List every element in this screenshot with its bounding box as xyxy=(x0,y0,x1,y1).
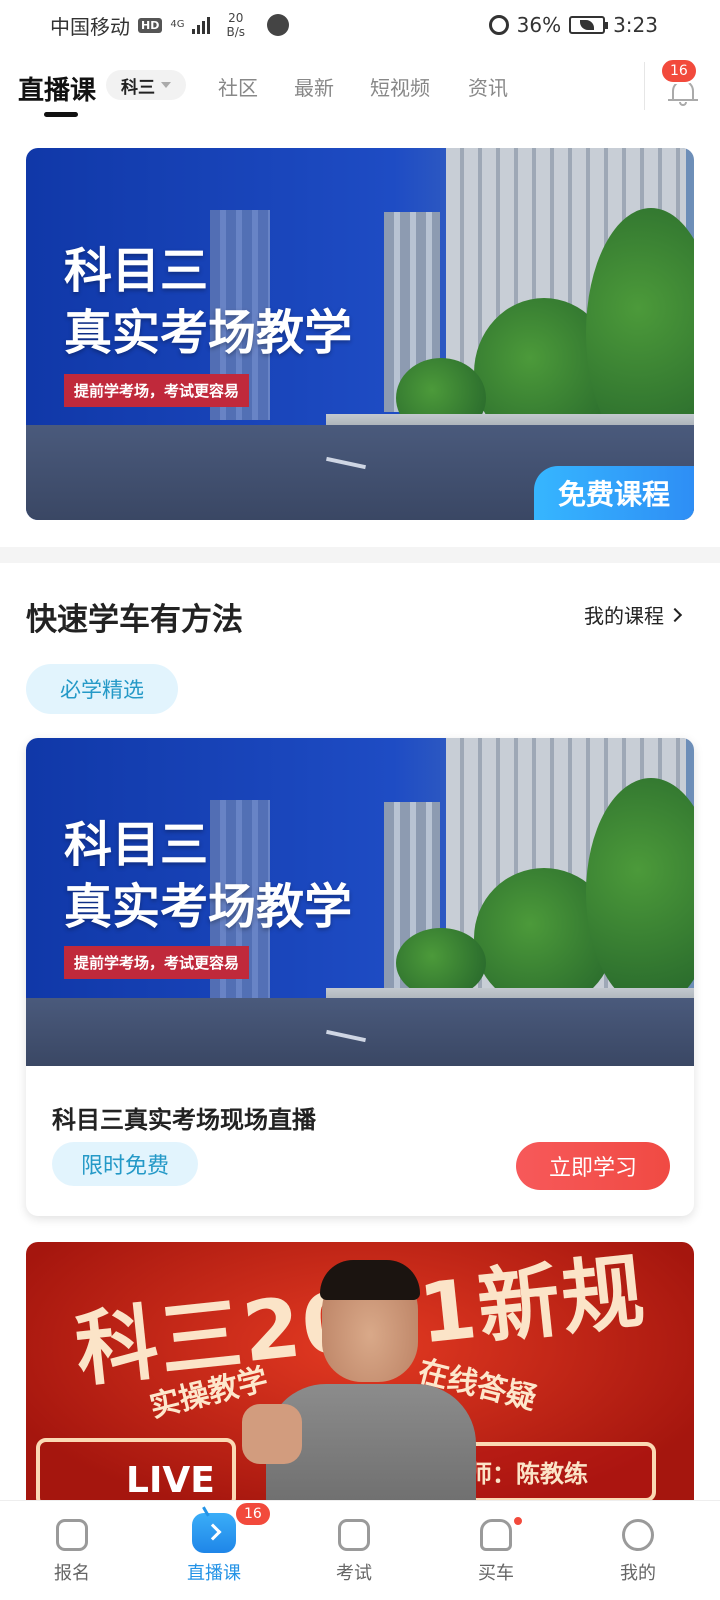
limited-free-tag: 限时免费 xyxy=(52,1142,198,1186)
tab-live-course[interactable]: 直播课 xyxy=(18,70,96,107)
register-icon xyxy=(56,1519,88,1551)
active-tab-indicator xyxy=(44,112,78,117)
tab-news[interactable]: 资讯 xyxy=(468,72,508,101)
hd-badge: HD xyxy=(138,17,163,33)
alarm-icon xyxy=(488,15,509,35)
banner-title-line2: 真实考场教学 xyxy=(64,305,353,361)
buy-car-dot xyxy=(512,1515,524,1527)
course-card-banner: 科目三 真实考场教学 提前学考场，考试更容易 xyxy=(26,738,694,1066)
vpn-globe-icon xyxy=(267,14,289,36)
tab-register-label: 报名 xyxy=(54,1563,90,1584)
tab-register[interactable]: 报名 xyxy=(22,1501,122,1600)
tab-buy-car-label: 买车 xyxy=(478,1563,514,1584)
instructor-hair xyxy=(320,1260,420,1300)
car-icon xyxy=(480,1519,512,1551)
status-bar: 中国移动 HD 4G 20 B/s 36% 3:23 xyxy=(0,0,720,50)
subject-selector[interactable]: 科三 xyxy=(106,70,186,100)
network-speed-unit: B/s xyxy=(226,25,245,39)
tab-latest[interactable]: 最新 xyxy=(294,72,334,101)
free-course-tag: 免费课程 xyxy=(534,466,694,520)
tab-profile-label: 我的 xyxy=(620,1563,656,1584)
filter-must-learn[interactable]: 必学精选 xyxy=(26,664,178,714)
instructor-fist xyxy=(242,1404,302,1464)
banner-subtitle: 提前学考场，考试更容易 xyxy=(64,374,250,407)
subject-selector-label: 科三 xyxy=(121,77,155,98)
status-left: 中国移动 HD 4G 20 B/s xyxy=(50,11,289,40)
bell-icon-base xyxy=(668,99,698,101)
instructor-photo xyxy=(242,1260,492,1502)
promo-banner[interactable]: 科三2021新规 实操教学 在线答疑 LIVE 讲师：陈教练 xyxy=(26,1242,694,1502)
clock-time: 3:23 xyxy=(613,13,658,37)
profile-icon xyxy=(622,1519,654,1551)
my-courses-label: 我的课程 xyxy=(584,604,664,628)
tab-buy-car[interactable]: 买车 xyxy=(446,1501,546,1600)
network-speed: 20 B/s xyxy=(226,11,245,39)
battery-percent: 36% xyxy=(516,13,562,37)
section-title: 快速学车有方法 xyxy=(26,602,243,638)
card-banner-title-line2: 真实考场教学 xyxy=(64,879,353,935)
status-right: 36% 3:23 xyxy=(488,0,658,50)
bottom-tab-bar: 报名 直播课 16 考试 买车 我的 xyxy=(0,1500,720,1600)
tab-exam[interactable]: 考试 xyxy=(304,1501,404,1600)
network-speed-value: 20 xyxy=(228,11,244,25)
tab-short-video[interactable]: 短视频 xyxy=(370,72,430,101)
caret-down-icon xyxy=(161,82,171,88)
exam-icon xyxy=(338,1519,370,1551)
hero-banner[interactable]: 科目三 真实考场教学 提前学考场，考试更容易 免费课程 xyxy=(26,148,694,520)
live-label: LIVE xyxy=(126,1460,215,1501)
nav-divider xyxy=(644,62,645,110)
live-tv-icon xyxy=(192,1513,236,1553)
card-banner-title-line1: 科目三 xyxy=(64,817,209,873)
tab-live-label: 直播课 xyxy=(187,1563,241,1584)
course-card[interactable]: 科目三 真实考场教学 提前学考场，考试更容易 科目三真实考场现场直播 限时免费 … xyxy=(26,738,694,1216)
road xyxy=(26,998,694,1066)
study-now-button[interactable]: 立即学习 xyxy=(516,1142,670,1190)
course-title: 科目三真实考场现场直播 xyxy=(52,1106,316,1134)
my-courses-link[interactable]: 我的课程 xyxy=(584,600,683,629)
bell-icon-clapper xyxy=(679,102,687,106)
banner-title-line1: 科目三 xyxy=(64,243,209,299)
top-nav: 直播课 科三 社区 最新 短视频 资讯 16 xyxy=(0,58,720,120)
battery-icon xyxy=(569,16,609,34)
network-type: 4G xyxy=(170,19,185,30)
signal-icon xyxy=(192,16,211,34)
tab-community[interactable]: 社区 xyxy=(218,72,258,101)
card-banner-subtitle: 提前学考场，考试更容易 xyxy=(64,946,250,979)
chevron-right-icon xyxy=(667,607,683,622)
section-divider xyxy=(0,547,720,563)
notification-badge: 16 xyxy=(660,58,698,84)
eco-leaf-icon xyxy=(580,20,595,30)
tab-live-badge: 16 xyxy=(234,1501,272,1527)
tab-exam-label: 考试 xyxy=(336,1563,372,1584)
carrier-name: 中国移动 xyxy=(50,14,130,39)
tab-profile[interactable]: 我的 xyxy=(588,1501,688,1600)
